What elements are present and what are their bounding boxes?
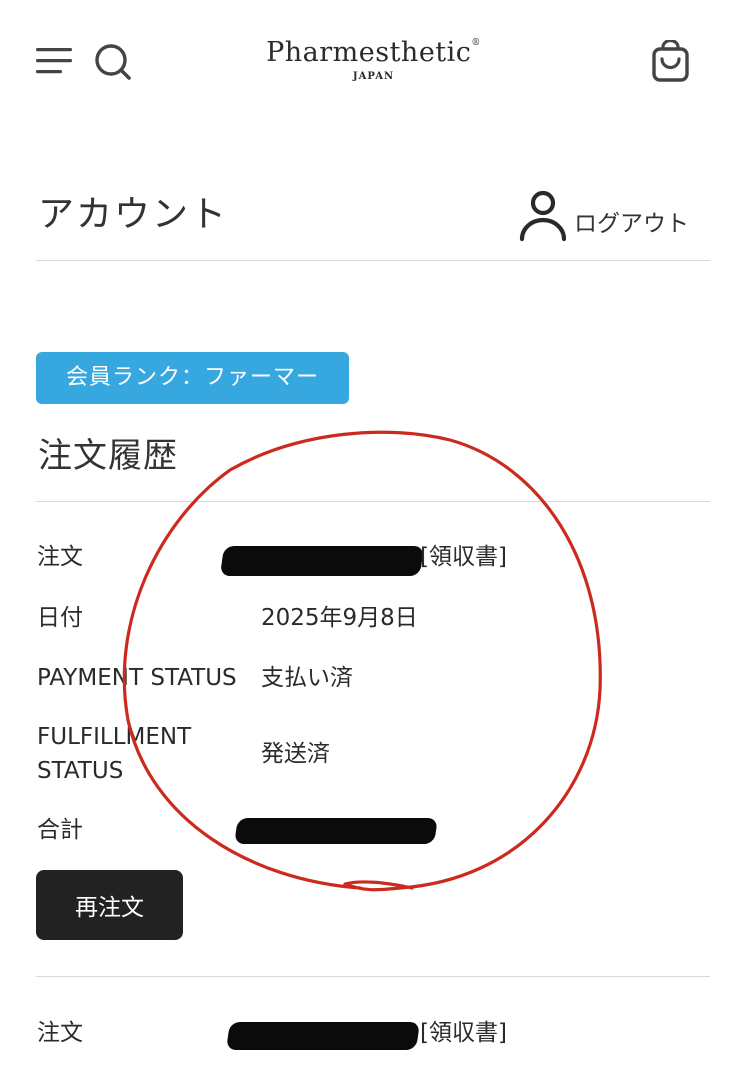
receipt-link[interactable]: [領収書]: [420, 540, 507, 574]
divider: [36, 260, 710, 261]
brand-logo[interactable]: Pharmesthetic® JAPAN: [230, 32, 517, 83]
order-label: 注文: [37, 1020, 83, 1046]
logo-name: Pharmesthetic: [266, 37, 472, 68]
order-history-title: 注文履歴: [38, 436, 178, 476]
search-icon[interactable]: [93, 42, 133, 82]
cart-icon[interactable]: [650, 40, 692, 84]
logout-label: ログアウト: [574, 211, 689, 237]
user-icon: [519, 190, 566, 242]
menu-icon[interactable]: [36, 46, 74, 76]
date-label: 日付: [37, 605, 83, 631]
redacted-order-number: [226, 1022, 420, 1050]
fulfillment-status-label-line2: STATUS: [37, 758, 124, 784]
logo-subtitle: JAPAN: [352, 71, 395, 82]
site-header: Pharmesthetic® JAPAN: [0, 0, 747, 120]
divider: [36, 976, 710, 977]
reorder-button[interactable]: 再注文: [36, 870, 183, 940]
fulfillment-status-label-line1: FULFILLMENT: [37, 724, 192, 750]
logout-link[interactable]: ログアウト: [518, 186, 689, 246]
date-value: 2025年9月8日: [261, 605, 418, 631]
divider: [36, 501, 710, 502]
redacted-total: [234, 818, 438, 844]
registered-mark: ®: [471, 38, 481, 48]
redacted-order-number: [219, 546, 425, 576]
account-title: アカウント: [38, 194, 229, 235]
member-rank-badge: 会員ランク：ファーマー: [36, 352, 349, 404]
receipt-link[interactable]: [領収書]: [420, 1016, 507, 1050]
payment-status-label: PAYMENT STATUS: [37, 665, 237, 691]
total-label: 合計: [37, 817, 83, 843]
order-label: 注文: [37, 544, 83, 570]
payment-status-value: 支払い済: [261, 665, 353, 691]
fulfillment-status-value: 発送済: [261, 741, 330, 767]
